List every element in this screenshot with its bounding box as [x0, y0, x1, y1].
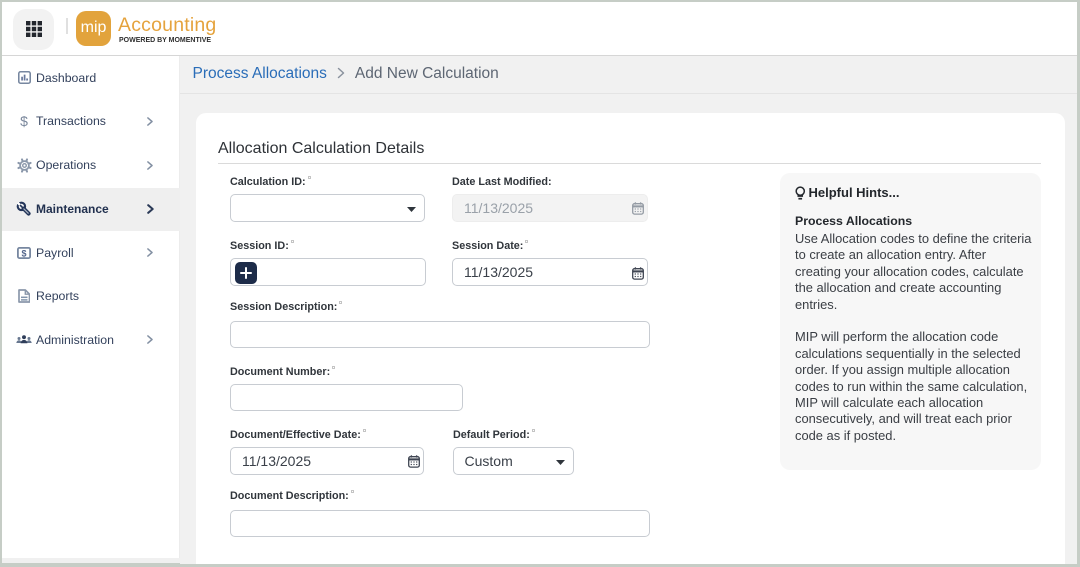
svg-text:$: $	[21, 248, 26, 258]
